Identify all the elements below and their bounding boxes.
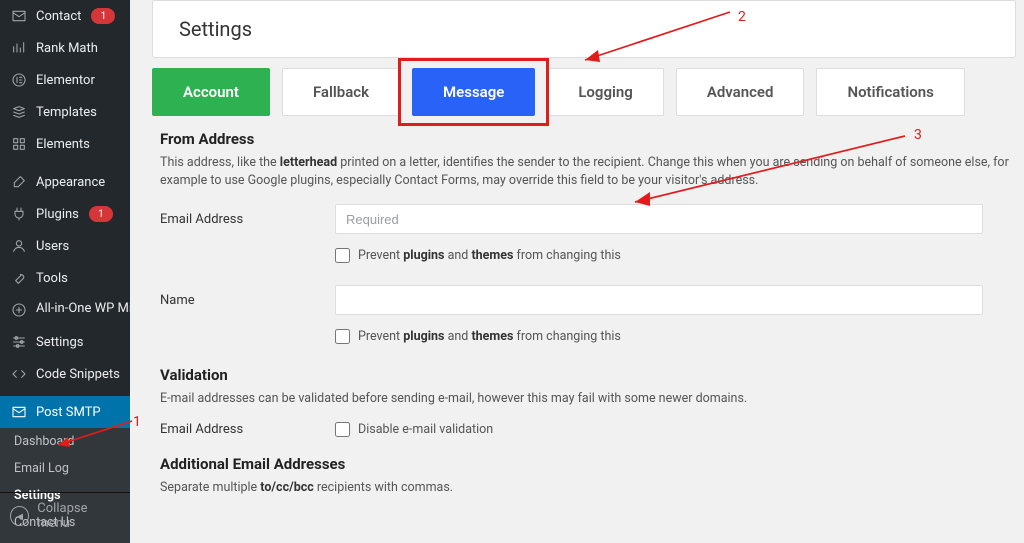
tab-advanced[interactable]: Advanced (676, 68, 805, 116)
sidebar-item-elementor[interactable]: Elementor (0, 64, 130, 96)
tab-fallback[interactable]: Fallback (282, 68, 400, 116)
sidebar-label: Plugins (36, 207, 79, 222)
sidebar-label: Elementor (36, 73, 95, 88)
collapse-label: Collapse menu (37, 501, 120, 531)
sliders-icon (10, 333, 28, 351)
settings-tabs: Account Fallback Message Logging Advance… (152, 68, 1016, 116)
sidebar-item-users[interactable]: Users (0, 230, 130, 262)
sidebar-label: Rank Math (36, 41, 98, 56)
plug-icon (10, 205, 28, 223)
annotation-number-1: 1 (133, 414, 141, 430)
sidebar-item-templates[interactable]: Templates (0, 96, 130, 128)
prevent-name-override-row: Prevent plugins and themes from changing… (335, 329, 1016, 344)
submenu-item-email-log[interactable]: Email Log (0, 455, 130, 482)
user-icon (10, 237, 28, 255)
sidebar-item-elements[interactable]: Elements (0, 128, 130, 160)
disable-validation-label: Disable e-mail validation (358, 422, 493, 437)
name-input[interactable] (335, 285, 983, 315)
tab-account[interactable]: Account (152, 68, 270, 116)
code-icon (10, 365, 28, 383)
prevent-override-label: Prevent plugins and themes from changing… (358, 329, 621, 344)
submenu-item-dashboard[interactable]: Dashboard (0, 428, 130, 455)
prevent-override-label: Prevent plugins and themes from changing… (358, 248, 621, 263)
sidebar-label: Appearance (36, 175, 105, 190)
chart-icon (10, 39, 28, 57)
validation-desc: E-mail addresses can be validated before… (160, 390, 1016, 408)
email-address-input[interactable] (335, 204, 983, 234)
wrench-icon (10, 269, 28, 287)
email-address-row: Email Address (160, 204, 1016, 234)
tab-logging[interactable]: Logging (547, 68, 663, 116)
validation-heading: Validation (160, 366, 1016, 384)
email-address-label: Email Address (160, 212, 335, 227)
sidebar-label: Tools (36, 271, 68, 286)
sidebar-label: Code Snippets (36, 367, 120, 382)
prevent-email-override-row: Prevent plugins and themes from changing… (335, 248, 1016, 263)
sidebar-item-plugins[interactable]: Plugins 1 (0, 198, 130, 230)
annotation-number-2: 2 (738, 9, 746, 25)
grid-icon (10, 135, 28, 153)
chevron-left-icon: ◄ (10, 506, 29, 526)
count-badge: 1 (91, 8, 115, 24)
sidebar-label: Elements (36, 137, 90, 152)
arrows-icon (10, 301, 28, 319)
sidebar-item-tools[interactable]: Tools (0, 262, 130, 294)
sidebar-label: Settings (36, 335, 83, 350)
from-address-desc: This address, like the letterhead printe… (160, 154, 1016, 190)
elementor-icon (10, 71, 28, 89)
admin-sidebar: Contact 1 Rank Math Elementor Templates … (0, 0, 130, 543)
disable-validation-checkbox[interactable] (335, 422, 350, 437)
disable-validation-row: Disable e-mail validation (335, 422, 493, 437)
validation-email-label: Email Address (160, 422, 335, 437)
additional-addresses-heading: Additional Email Addresses (160, 455, 1016, 473)
stack-icon (10, 103, 28, 121)
sidebar-item-appearance[interactable]: Appearance (0, 166, 130, 198)
sidebar-label: Post SMTP (36, 405, 101, 420)
sidebar-item-aio-migration[interactable]: All-in-One WP Migration (0, 294, 130, 326)
sidebar-item-settings[interactable]: Settings (0, 326, 130, 358)
sidebar-item-code-snippets[interactable]: Code Snippets (0, 358, 130, 390)
prevent-email-override-checkbox[interactable] (335, 248, 350, 263)
page-title: Settings (152, 0, 1016, 58)
validation-row: Email Address Disable e-mail validation (160, 422, 1016, 437)
additional-addresses-desc: Separate multiple to/cc/bcc recipients w… (160, 479, 1016, 497)
mail-icon (10, 7, 28, 25)
collapse-menu-button[interactable]: ◄ Collapse menu (0, 492, 130, 539)
tab-notifications[interactable]: Notifications (816, 68, 964, 116)
mail-icon (10, 403, 28, 421)
sidebar-item-contact[interactable]: Contact 1 (0, 0, 130, 32)
name-row: Name (160, 285, 1016, 315)
sidebar-label: Templates (36, 105, 97, 120)
main-content: Settings Account Fallback Message Loggin… (130, 0, 1024, 543)
sidebar-item-rank-math[interactable]: Rank Math (0, 32, 130, 64)
prevent-name-override-checkbox[interactable] (335, 329, 350, 344)
name-label: Name (160, 293, 335, 308)
sidebar-item-post-smtp[interactable]: Post SMTP (0, 396, 130, 428)
sidebar-label: Users (36, 239, 69, 254)
sidebar-label: All-in-One WP Migration (36, 301, 130, 317)
count-badge: 1 (89, 206, 113, 222)
from-address-heading: From Address (160, 130, 1016, 148)
brush-icon (10, 173, 28, 191)
sidebar-label: Contact (36, 9, 81, 24)
annotation-number-3: 3 (914, 127, 922, 143)
tab-message[interactable]: Message (412, 68, 535, 116)
